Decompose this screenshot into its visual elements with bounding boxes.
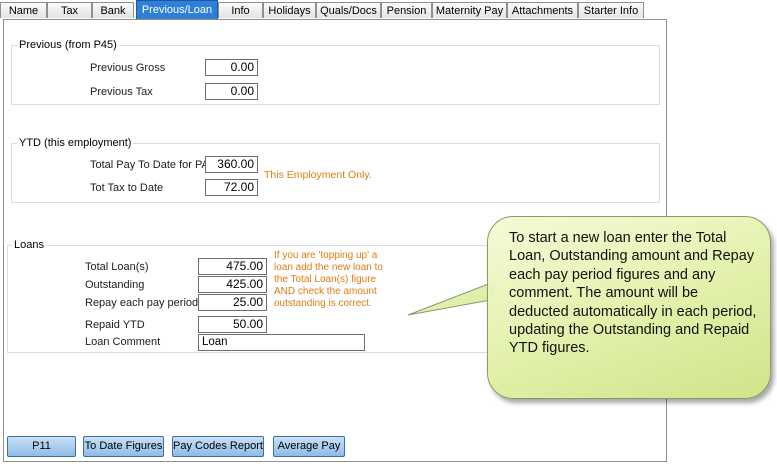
callout-text: To start a new loan enter the Total Loan…: [509, 230, 757, 357]
help-callout: To start a new loan enter the Total Loan…: [487, 216, 771, 399]
